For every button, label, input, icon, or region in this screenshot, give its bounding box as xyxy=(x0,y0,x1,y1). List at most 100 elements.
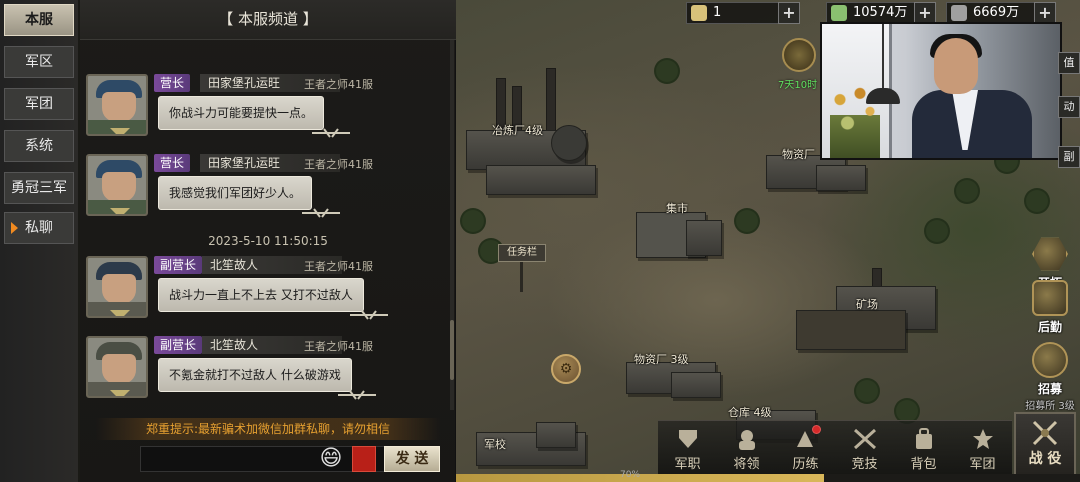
send-button[interactable]: 发 送 xyxy=(384,446,440,472)
sender-rank: 营长 xyxy=(154,74,191,92)
supply-depot-3-building[interactable] xyxy=(671,372,721,398)
general-icon xyxy=(738,430,755,450)
sender-rank: 副营长 xyxy=(154,256,203,274)
nav-rank-label: 军职 xyxy=(674,457,701,472)
chat-channel-title: 【 本服频道 】 xyxy=(80,0,456,40)
tab-legion[interactable]: 军团 xyxy=(4,88,74,120)
message-bubble: 不氪金就打不过敌人 什么破游戏 xyxy=(158,358,352,392)
event-timer-icon[interactable] xyxy=(782,38,816,72)
tab-private-chat[interactable]: 私聊 xyxy=(4,212,74,244)
mine-label[interactable]: 矿场 xyxy=(856,296,878,312)
battle-button[interactable]: 战 役 xyxy=(1014,412,1076,478)
food-resource: 10574万 + xyxy=(826,2,936,24)
nav-general[interactable]: 将领 xyxy=(717,421,776,476)
tab-system[interactable]: 系统 xyxy=(4,130,74,162)
sender-server: 王者之师41服 xyxy=(304,158,373,171)
sender-rank: 副营长 xyxy=(154,336,203,354)
sender-rank: 营长 xyxy=(154,154,191,172)
smelter-label[interactable]: 冶炼厂4级 xyxy=(492,122,543,138)
avatar-face xyxy=(102,172,136,202)
smelter-chimney xyxy=(546,68,556,138)
add-steel-button[interactable]: + xyxy=(1034,2,1056,24)
smelter-building[interactable] xyxy=(486,165,596,195)
event-timer-text: 7天10时 xyxy=(778,80,818,91)
avatar[interactable] xyxy=(86,74,148,136)
market-building[interactable] xyxy=(686,220,722,256)
sender-server: 王者之师41服 xyxy=(304,78,373,91)
map-emblem-icon[interactable]: ⚙ xyxy=(551,354,581,384)
nav-bag[interactable]: 背包 xyxy=(894,421,953,476)
chat-scrollbar-thumb[interactable] xyxy=(450,320,454,380)
alert-dot-icon xyxy=(812,425,821,434)
tab-military-region[interactable]: 军区 xyxy=(4,46,74,78)
side-button-event[interactable]: 动 xyxy=(1058,96,1080,118)
tree xyxy=(896,400,918,422)
tab-server[interactable]: 本服 xyxy=(4,4,74,36)
bag-icon xyxy=(915,428,932,449)
chat-channel-tabs: 本服 军区 军团 系统 勇冠三军 私聊 xyxy=(0,0,78,482)
loading-progress-fill xyxy=(456,474,825,482)
video-overlay[interactable] xyxy=(820,22,1062,160)
selected-arrow-icon xyxy=(11,222,18,234)
add-food-button[interactable]: + xyxy=(914,2,936,24)
supply-depot-label[interactable]: 物资厂 xyxy=(782,146,815,162)
nav-training[interactable]: 历练 xyxy=(776,421,835,476)
supply-depot-3-label[interactable]: 物资厂 3级 xyxy=(634,351,689,367)
side-button-value[interactable]: 值 xyxy=(1058,52,1080,74)
tree xyxy=(926,220,948,242)
recruit-action[interactable]: 招募 招募所 3级 xyxy=(1022,342,1078,412)
side-button-instance[interactable]: 副 xyxy=(1058,146,1080,168)
gold-value: 1 xyxy=(713,5,722,20)
tab-private-chat-label: 私聊 xyxy=(25,220,53,236)
supply-depot-building[interactable] xyxy=(816,165,866,191)
market-label[interactable]: 集市 xyxy=(666,200,688,216)
battle-label: 战 役 xyxy=(1028,451,1062,467)
avatar[interactable] xyxy=(86,256,148,318)
chat-timestamp: 2023-5-10 11:50:15 xyxy=(208,234,328,248)
video-flowers xyxy=(830,84,880,158)
tab-champion[interactable]: 勇冠三军 xyxy=(4,172,74,204)
recruit-sub-label: 招募所 3级 xyxy=(1025,401,1075,412)
chat-message-list[interactable]: 营长 田家堡孔运旺 王者之师41服 你战斗力可能要提快一点。 营长 田家堡孔运旺… xyxy=(80,40,456,410)
bubble-ornament-icon xyxy=(338,390,376,400)
gold-icon xyxy=(691,5,707,21)
nav-training-label: 历练 xyxy=(792,457,819,472)
legion-icon xyxy=(972,429,993,449)
tree xyxy=(856,380,878,402)
logistics-action[interactable]: 后勤 xyxy=(1022,280,1078,335)
explore-icon xyxy=(1032,237,1068,271)
red-packet-button[interactable] xyxy=(352,446,376,472)
add-gold-button[interactable]: + xyxy=(778,2,800,24)
military-school-building[interactable] xyxy=(536,422,576,448)
tree xyxy=(956,180,978,202)
steel-icon xyxy=(951,5,967,21)
recruit-label: 招募 xyxy=(1037,382,1062,396)
avatar[interactable] xyxy=(86,336,148,398)
emoji-button[interactable]: 😄 xyxy=(318,446,344,472)
nav-legion[interactable]: 军团 xyxy=(953,421,1012,476)
chat-panel: 【 本服频道 】 营长 田家堡孔运旺 王者之师41服 你战斗力可能要提快一点。 xyxy=(80,0,456,482)
message-bubble: 你战斗力可能要提快一点。 xyxy=(158,96,325,130)
task-board-sign[interactable]: 任务栏 xyxy=(498,244,546,262)
sender-server: 王者之师41服 xyxy=(304,260,373,273)
chat-scrollbar[interactable] xyxy=(450,40,454,410)
loading-progress-text: 70% xyxy=(620,470,641,480)
food-value: 10574万 xyxy=(853,5,908,20)
gold-resource: 1 + xyxy=(686,2,800,24)
warehouse-label[interactable]: 仓库 4级 xyxy=(728,404,772,420)
tree xyxy=(1026,190,1048,212)
avatar-face xyxy=(102,92,136,122)
video-lamp-cord xyxy=(882,24,884,94)
mine-machinery[interactable] xyxy=(796,310,906,350)
loading-progress-bar xyxy=(456,474,1080,482)
nav-arena[interactable]: 竞技 xyxy=(835,421,894,476)
chat-message: 营长 田家堡孔运旺 王者之师41服 你战斗力可能要提快一点。 xyxy=(80,70,456,150)
steel-resource: 6669万 + xyxy=(946,2,1056,24)
nav-rank[interactable]: 军职 xyxy=(658,421,717,476)
avatar-face xyxy=(102,274,136,304)
tree xyxy=(656,60,678,82)
avatar[interactable] xyxy=(86,154,148,216)
military-school-label[interactable]: 军校 xyxy=(484,436,506,452)
bubble-ornament-icon xyxy=(350,310,388,320)
video-person-head xyxy=(934,38,978,94)
